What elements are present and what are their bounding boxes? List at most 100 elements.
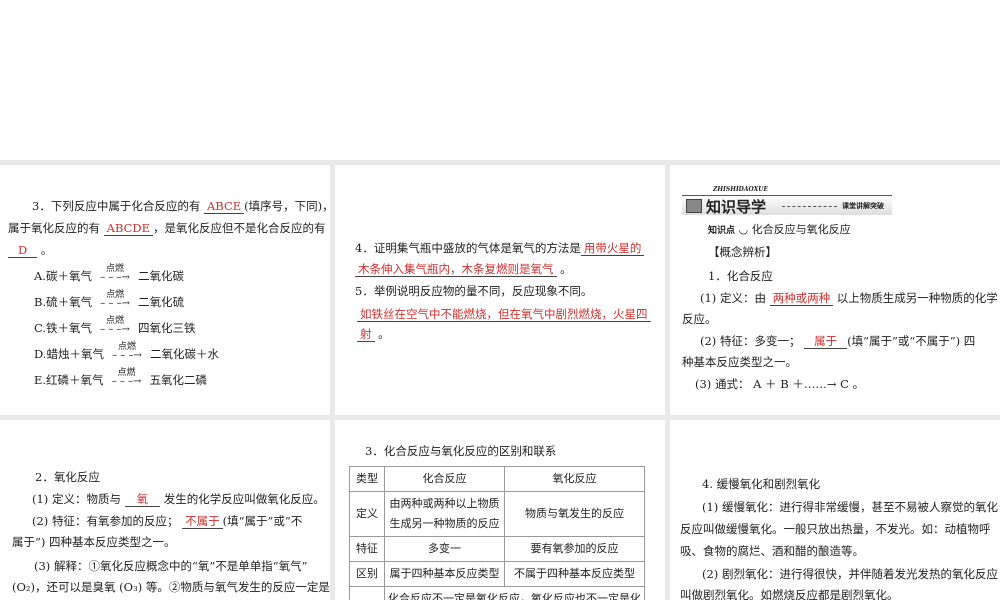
reactants: A.碳＋氧气 xyxy=(34,269,92,283)
answer-blank: 两种或两种 xyxy=(769,291,834,306)
text: 吸、食物的腐烂、酒和醋的酿造等。 xyxy=(680,544,864,558)
reaction-option: C.铁＋氧气 点燃 – – –→ 四氧化三铁 xyxy=(34,316,196,337)
table-cell: 类型 xyxy=(349,466,385,492)
reaction-option: D.蜡烛＋氧气 点燃 – – –→ 二氧化碳＋水 xyxy=(34,342,219,363)
table-cell: 化合反应 xyxy=(384,466,505,492)
table-row: 类型 化合反应 氧化反应 xyxy=(349,466,645,492)
table-cell xyxy=(349,586,385,600)
text: 以上物质生成另一种物质的化学 xyxy=(836,291,998,305)
text: (填“属于”或“不 xyxy=(222,514,303,528)
subheading: 1．化合反应 xyxy=(708,269,773,283)
reactants: B.硫＋氧气 xyxy=(34,295,93,309)
text: 属于”) 四种基本反应类型之一。 xyxy=(12,535,176,549)
slide-knowledge: ZHISHIDAOXUE 知识导学 课堂讲解突破 知识点 ◡ 化合反应与氧化反应… xyxy=(670,165,1000,415)
question-text: (填序号，下同)， xyxy=(244,199,330,213)
condition: 点燃 xyxy=(117,368,136,378)
kp-title: 化合反应与氧化反应 xyxy=(751,223,851,236)
moon-icon: ◡ xyxy=(738,223,749,236)
reaction-arrow: 点燃 – – –→ xyxy=(92,316,138,337)
table-row: 定义 由两种或两种以上物质生成另一种物质的反应 物质与氧发生的反应 xyxy=(349,491,645,537)
slide-slow-fast-oxidation: 4. 缓慢氧化和剧烈氧化 (1) 缓慢氧化：进行得非常缓慢，甚至不易被人察觉的氧… xyxy=(670,420,1000,600)
table-cell: 不属于四种基本反应类型 xyxy=(504,561,645,587)
question-3-line1: 3．下列反应中属于化合反应的有 ABCE (填序号，下同)， xyxy=(32,199,330,214)
reaction-option: B.硫＋氧气 点燃 – – –→ 二氧化硫 xyxy=(34,290,185,311)
arrow-line xyxy=(782,206,837,207)
knowledge-point: 知识点 ◡ 化合反应与氧化反应 xyxy=(708,223,851,238)
table-cell: 化合反应不一定是氧化反应，氧化反应也不一定是化 xyxy=(384,586,645,600)
table-title: 3．化合反应与氧化反应的区别和联系 xyxy=(365,444,557,458)
comparison-table: 类型 化合反应 氧化反应 定义 由两种或两种以上物质生成另一种物质的反应 物质与氧发生的反… xyxy=(349,466,645,600)
slide-questions-4-5: 4．证明集气瓶中盛放的气体是氧气的方法是 用带火星的 木条伸入集气瓶内，木条复燃则… xyxy=(335,165,665,415)
kp-label: 知识点 xyxy=(708,226,736,236)
subheading: 4. 缓慢氧化和剧烈氧化 xyxy=(702,477,821,491)
products: 五氧化二磷 xyxy=(149,373,208,387)
question-3-line2: 属于氧化反应的有 ABCDE ，是氧化反应但不是化合反应的有 xyxy=(8,221,326,236)
reaction-option: E.红磷＋氧气 点燃 – – –→ 五氧化二磷 xyxy=(34,368,208,389)
answer-blank: 木条伸入集气瓶内，木条复燃则是氧气 xyxy=(355,262,557,277)
punct: 。 xyxy=(378,327,390,341)
reaction-arrow: 点燃 – – –→ xyxy=(104,368,150,389)
reaction-arrow: 点燃 – – –→ xyxy=(92,290,138,311)
text: (填“属于”或“不属于”) 四 xyxy=(847,334,976,348)
answer-5-cont: 射 。 xyxy=(357,327,390,342)
answer-5: 如铁丝在空气中不能燃烧，但在氧气中剧烈燃烧，火星四 xyxy=(357,307,651,322)
feature: (2) 特征：有氧参加的反应； 不属于 (填“属于”或“不 xyxy=(32,514,303,529)
answer-blank: 用带火星的 xyxy=(580,241,645,256)
question-5: 5．举例说明反应物的量不同，反应现象不同。 xyxy=(355,284,593,298)
reactants: D.蜡烛＋氧气 xyxy=(34,347,104,361)
text: (1) 定义：物质与 xyxy=(32,492,121,506)
reaction-option: A.碳＋氧气 点燃 – – –→ 二氧化碳 xyxy=(34,264,184,285)
banner-pinyin: ZHISHIDAOXUE xyxy=(713,186,769,193)
section-banner: ZHISHIDAOXUE 知识导学 课堂讲解突破 xyxy=(682,186,892,216)
question-3-line3: D 。 xyxy=(8,243,52,258)
question-text: ，是氧化反应但不是化合反应的有 xyxy=(153,221,326,235)
text: (2) 特征：有氧参加的反应； xyxy=(32,514,179,528)
text: (2) 剧烈氧化：进行得很快，并伴随着发光发热的氧化反应 xyxy=(702,567,998,581)
banner-title: 知识导学 xyxy=(706,198,767,216)
text: 种基本反应类型之一。 xyxy=(682,355,797,369)
answer-blank: 氧 xyxy=(124,492,161,507)
products: 二氧化碳 xyxy=(137,269,184,283)
reaction-arrow: 点燃 – – –→ xyxy=(104,342,150,363)
question-4-cont: 木条伸入集气瓶内，木条复燃则是氧气 。 xyxy=(355,262,572,277)
question-text: 4．证明集气瓶中盛放的气体是氧气的方法是 xyxy=(355,241,581,255)
answer-blank: 如铁丝在空气中不能燃烧，但在氧气中剧烈燃烧，火星四 xyxy=(357,307,651,322)
table-cell: 由两种或两种以上物质生成另一种物质的反应 xyxy=(384,491,505,537)
table-cell: 氧化反应 xyxy=(504,466,645,492)
text: (3) 解释：①氧化反应概念中的“氧”不是单单指“氧气” xyxy=(34,559,308,573)
table-cell: 特征 xyxy=(349,536,385,562)
condition: 点燃 xyxy=(105,264,124,274)
banner-tag: 课堂讲解突破 xyxy=(842,201,884,210)
table-cell: 区别 xyxy=(349,561,385,587)
table-cell: 定义 xyxy=(349,491,385,537)
reactants: C.铁＋氧气 xyxy=(34,321,93,335)
feature: (2) 特征：多变一； 属于 (填“属于”或“不属于”) 四 xyxy=(700,334,976,349)
subheading: 2．氧化反应 xyxy=(35,470,100,484)
text: 反应叫做缓慢氧化。一般只放出热量，不发光。如：动植物呼 xyxy=(680,522,991,536)
condition: 点燃 xyxy=(117,342,136,352)
products: 四氧化三铁 xyxy=(138,321,196,335)
text: 反应。 xyxy=(682,312,717,326)
text: (1) 缓慢氧化：进行得非常缓慢，甚至不易被人察觉的氧化 xyxy=(702,500,998,514)
punct: 。 xyxy=(560,262,572,276)
table-cell: 物质与氧发生的反应 xyxy=(504,491,645,537)
condition: 点燃 xyxy=(106,290,125,300)
slide-oxidation: 2．氧化反应 (1) 定义：物质与 氧 发生的化学反应叫做氧化反应。 (2) 特… xyxy=(0,420,330,600)
answer-blank: 属于 xyxy=(804,334,848,349)
products: 二氧化碳＋水 xyxy=(149,347,219,361)
concept-heading: 【概念辨析】 xyxy=(708,245,777,259)
table-row: 特征 多变一 要有氧参加的反应 xyxy=(349,536,645,562)
formula: (3) 通式： A ＋ B ＋……→ C 。 xyxy=(695,377,865,391)
question-4: 4．证明集气瓶中盛放的气体是氧气的方法是 用带火星的 xyxy=(355,241,645,256)
book-icon xyxy=(686,199,702,213)
products: 二氧化硫 xyxy=(138,295,185,309)
answer-blank: 射 xyxy=(357,327,375,342)
slide-question-3: 3．下列反应中属于化合反应的有 ABCE (填序号，下同)， 属于氧化反应的有 A… xyxy=(0,165,330,415)
text: 发生的化学反应叫做氧化反应。 xyxy=(163,492,325,506)
answer-blank: ABCE xyxy=(203,199,245,214)
text: (1) 定义：由 xyxy=(700,291,766,305)
text: (2) 特征：多变一； xyxy=(700,334,801,348)
answer-blank: D xyxy=(8,243,38,258)
answer-blank: ABCDE xyxy=(103,221,154,236)
slide-comparison-table: 3．化合反应与氧化反应的区别和联系 类型 化合反应 氧化反应 定义 由两种或两种以上物质… xyxy=(335,420,665,600)
